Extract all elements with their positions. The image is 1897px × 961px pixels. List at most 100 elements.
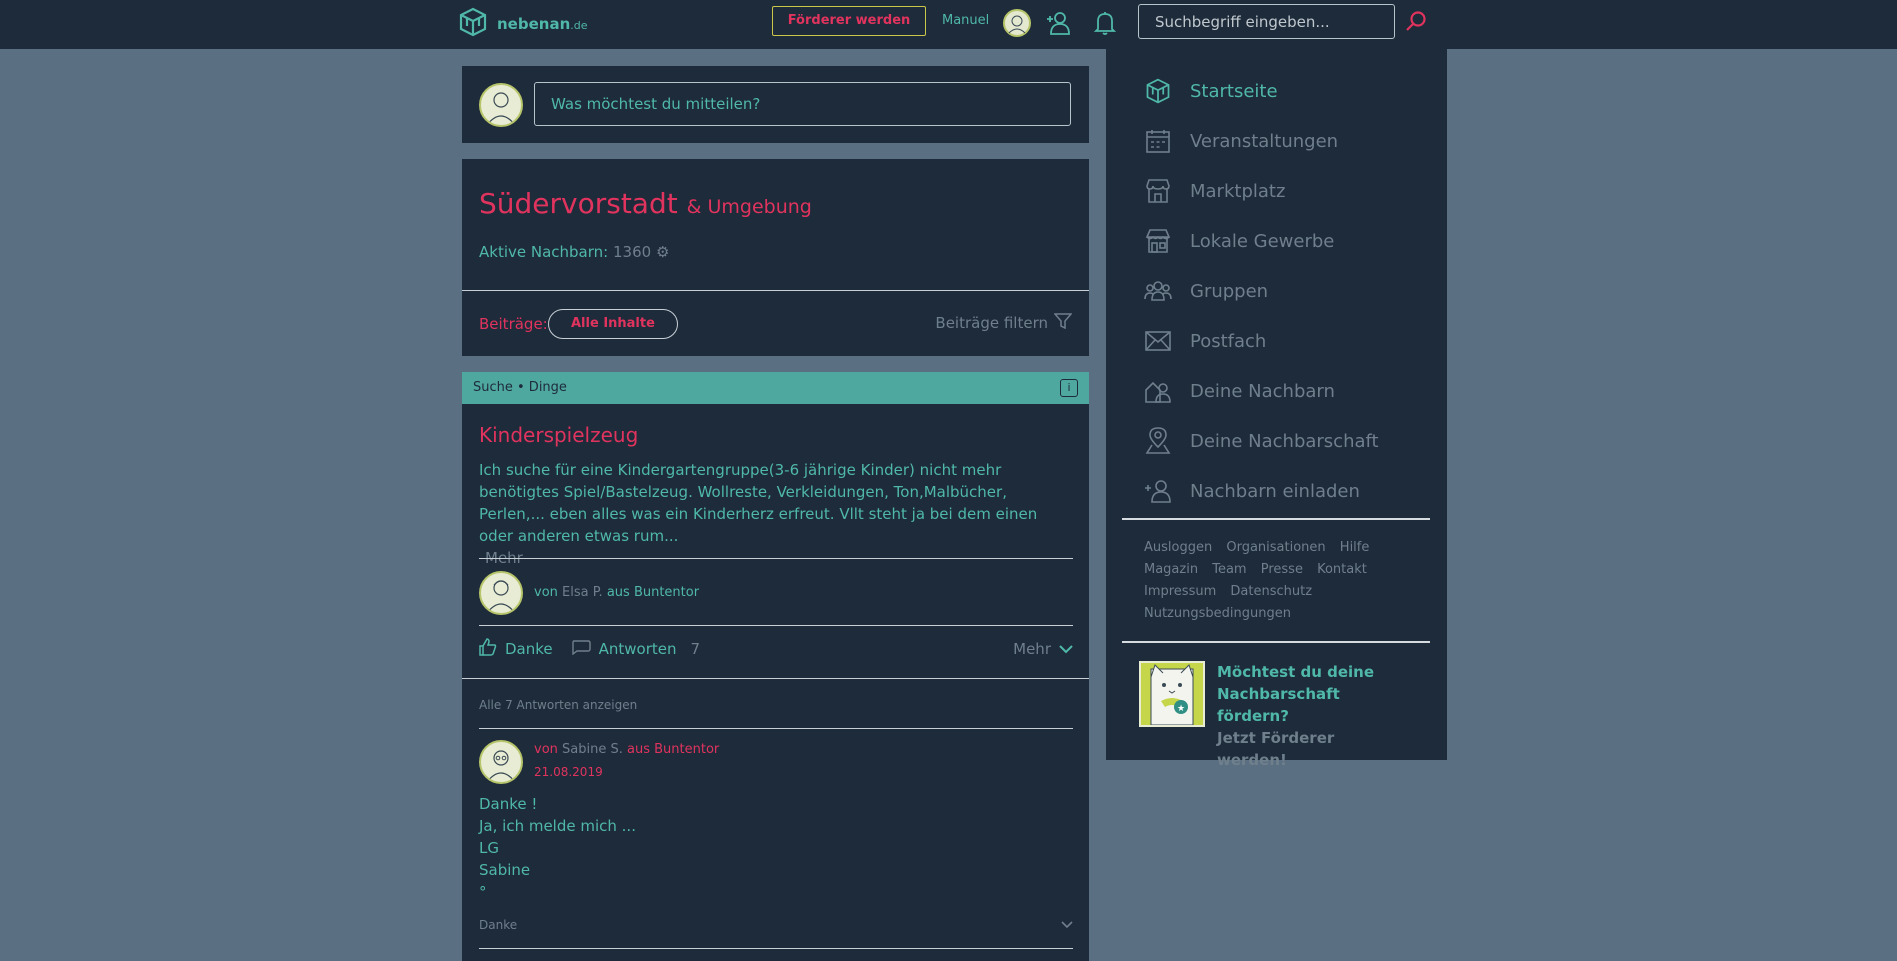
info-icon[interactable]: i	[1060, 379, 1078, 397]
mail-icon	[1144, 327, 1172, 355]
divider	[479, 948, 1073, 949]
author-place: aus Buntentor	[606, 585, 700, 600]
footer-link-organisationen[interactable]: Organisationen	[1226, 537, 1325, 559]
gear-icon[interactable]: ⚙	[656, 243, 669, 261]
invite-icon	[1144, 477, 1172, 505]
chevron-down-icon[interactable]	[1061, 918, 1073, 932]
reply-author: von Sabine S. aus Buntentor	[534, 742, 719, 757]
author-name[interactable]: Elsa P.	[562, 585, 603, 600]
neighborhood-name: Südervorstadt	[479, 187, 678, 220]
post-body: Ich suche für eine Kindergartengruppe(3-…	[479, 459, 1075, 569]
shop-icon	[1144, 227, 1172, 255]
cat-mascot-icon: ★	[1139, 661, 1205, 727]
divider	[462, 290, 1089, 291]
sidebar-item-label: Postfach	[1190, 330, 1267, 352]
reply-line: Danke !	[479, 795, 538, 813]
reply-count: 7	[690, 640, 701, 658]
post-composer	[462, 66, 1089, 143]
home-icon	[1144, 77, 1172, 105]
bell-icon[interactable]	[1093, 10, 1117, 40]
neighborhood-card: Südervorstadt & Umgebung Aktive Nachbarn…	[462, 159, 1089, 356]
svg-text:★: ★	[1177, 704, 1185, 714]
filter-posts-toggle[interactable]: Beiträge filtern	[935, 313, 1073, 333]
sidebar-item-lokale-gewerbe[interactable]: Lokale Gewerbe	[1144, 227, 1334, 255]
post-body-text: Ich suche für eine Kindergartengruppe(3-…	[479, 461, 1038, 545]
footer-link-presse[interactable]: Presse	[1261, 559, 1303, 581]
comment-icon	[571, 639, 591, 659]
active-neighbors-count: 1360	[613, 243, 652, 261]
author-name[interactable]: Sabine S.	[562, 742, 623, 757]
thanks-button[interactable]: Danke	[479, 638, 553, 660]
author-prefix: von	[534, 742, 558, 757]
user-avatar[interactable]	[1003, 9, 1031, 37]
footer-link-impressum[interactable]: Impressum	[1144, 581, 1216, 603]
author-prefix: von	[534, 585, 558, 600]
post-title[interactable]: Kinderspielzeug	[479, 423, 638, 447]
filter-posts-label: Beiträge filtern	[935, 314, 1048, 332]
search-input[interactable]	[1138, 4, 1395, 39]
more-label: Mehr	[1013, 640, 1051, 658]
active-neighbors: Aktive Nachbarn: 1360 ⚙	[479, 243, 669, 261]
reply-line: Sabine	[479, 861, 531, 879]
reply-label: Antworten	[598, 640, 677, 658]
sidebar-item-label: Nachbarn einladen	[1190, 480, 1360, 502]
author-place: aus Buntentor	[627, 742, 720, 757]
groups-icon	[1144, 277, 1172, 305]
filter-icon	[1053, 313, 1073, 333]
footer-link-team[interactable]: Team	[1212, 559, 1246, 581]
search-icon[interactable]	[1404, 10, 1428, 38]
composer-input[interactable]	[534, 82, 1071, 126]
promo-headline: Möchtest du deine Nachbarschaft fördern?	[1217, 663, 1375, 725]
sidebar-item-gruppen[interactable]: Gruppen	[1144, 277, 1268, 305]
promo-cta-link[interactable]: Jetzt Förderer werden!	[1217, 727, 1397, 771]
post-actions: Danke Antworten 7 Mehr	[479, 638, 1073, 660]
reply-author-avatar[interactable]	[479, 740, 523, 784]
reply-actions: Danke	[479, 918, 1073, 932]
post-category-bar: Suche • Dinge i	[462, 372, 1089, 404]
sidebar-item-postfach[interactable]: Postfach	[1144, 327, 1266, 355]
neighborhood-suffix: & Umgebung	[686, 196, 812, 218]
post-card: Suche • Dinge i Kinderspielzeug Ich such…	[462, 372, 1089, 961]
sidebar-item-label: Deine Nachbarschaft	[1190, 430, 1379, 452]
sidebar-item-deine-nachbarschaft[interactable]: Deine Nachbarschaft	[1144, 427, 1379, 455]
footer-link-magazin[interactable]: Magazin	[1144, 559, 1198, 581]
sidebar-item-deine-nachbarn[interactable]: Deine Nachbarn	[1144, 377, 1335, 405]
footer-link-datenschutz[interactable]: Datenschutz	[1230, 581, 1312, 603]
reply-button[interactable]: Antworten 7	[571, 639, 700, 659]
reply-text: Danke ! Ja, ich melde mich ... LG Sabine…	[479, 793, 636, 903]
sidebar-item-label: Marktplatz	[1190, 180, 1286, 202]
post-author: von Elsa P. aus Buntentor	[534, 585, 699, 600]
invite-neighbor-icon[interactable]	[1045, 10, 1071, 40]
thumbs-up-icon	[479, 638, 497, 660]
sidebar-item-marktplatz[interactable]: Marktplatz	[1144, 177, 1285, 205]
sidebar-item-label: Veranstaltungen	[1190, 130, 1339, 152]
sidebar-item-startseite[interactable]: Startseite	[1144, 77, 1278, 105]
footer-links: Ausloggen Organisationen Hilfe Magazin T…	[1144, 537, 1414, 625]
foerderer-werden-button[interactable]: Förderer werden	[772, 6, 926, 36]
logo[interactable]: nebenan.de	[457, 6, 588, 42]
reply-line: Ja, ich melde mich ...	[479, 817, 636, 835]
footer-link-ausloggen[interactable]: Ausloggen	[1144, 537, 1212, 559]
reply-thanks-button[interactable]: Danke	[479, 918, 517, 932]
divider	[479, 728, 1073, 729]
reply-line: °	[479, 883, 487, 901]
logo-icon	[457, 6, 489, 42]
divider	[462, 678, 1089, 679]
calendar-icon	[1144, 127, 1172, 155]
footer-link-nutzungsbedingungen[interactable]: Nutzungsbedingungen	[1144, 603, 1291, 625]
divider	[1122, 641, 1430, 643]
active-neighbors-label: Aktive Nachbarn:	[479, 243, 609, 261]
footer-link-hilfe[interactable]: Hilfe	[1340, 537, 1370, 559]
post-author-avatar[interactable]	[479, 571, 523, 615]
thanks-label: Danke	[505, 640, 553, 658]
user-name[interactable]: Manuel	[942, 13, 989, 28]
composer-avatar	[479, 83, 523, 127]
sidebar-item-veranstaltungen[interactable]: Veranstaltungen	[1144, 127, 1338, 155]
promo-foerderer[interactable]: ★ Möchtest du deine Nachbarschaft förder…	[1139, 661, 1397, 771]
sidebar-item-nachbarn-einladen[interactable]: Nachbarn einladen	[1144, 477, 1360, 505]
divider	[1122, 518, 1430, 520]
footer-link-kontakt[interactable]: Kontakt	[1317, 559, 1367, 581]
filter-all-content-button[interactable]: Alle Inhalte	[548, 309, 678, 339]
all-replies-link[interactable]: Alle 7 Antworten anzeigen	[479, 698, 637, 712]
post-more-menu[interactable]: Mehr	[1013, 640, 1073, 658]
